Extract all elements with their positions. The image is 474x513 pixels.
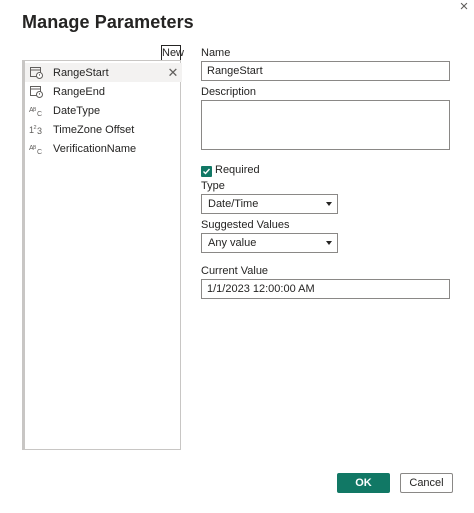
dialog-title: Manage Parameters <box>22 12 194 32</box>
parameter-item-label: DateType <box>53 104 101 117</box>
number-type-icon: 1 2 3 <box>29 123 43 137</box>
svg-text:C: C <box>37 149 42 155</box>
parameter-item-verificationname[interactable]: A B C VerificationName <box>25 139 182 158</box>
chevron-down-icon <box>326 202 332 206</box>
new-parameter-button[interactable]: New <box>161 45 184 61</box>
text-type-icon: A B C <box>29 104 43 118</box>
name-label: Name <box>201 47 231 59</box>
description-input[interactable] <box>201 100 450 150</box>
delete-icon[interactable]: ✕ <box>166 65 180 81</box>
suggested-values-dropdown[interactable]: Any value <box>201 233 338 253</box>
ok-button[interactable]: OK <box>337 473 390 493</box>
parameter-item-label: TimeZone Offset <box>53 123 135 136</box>
suggested-values-label: Suggested Values <box>201 219 290 231</box>
svg-text:3: 3 <box>37 126 42 136</box>
required-label: Required <box>215 164 260 176</box>
name-input[interactable] <box>201 61 450 81</box>
type-dropdown-value: Date/Time <box>208 198 259 210</box>
parameter-item-rangeend[interactable]: RangeEnd <box>25 82 182 101</box>
cancel-button[interactable]: Cancel <box>400 473 453 493</box>
current-value-label: Current Value <box>201 265 269 277</box>
close-icon[interactable]: × <box>455 0 473 18</box>
parameter-item-timezone-offset[interactable]: 1 2 3 TimeZone Offset <box>25 120 182 139</box>
parameter-list: RangeStart ✕ RangeEnd A B C DateType 1 2… <box>22 60 182 450</box>
type-dropdown[interactable]: Date/Time <box>201 194 338 214</box>
suggested-values-dropdown-value: Any value <box>208 237 257 249</box>
parameter-item-rangestart[interactable]: RangeStart ✕ <box>25 63 182 82</box>
parameter-item-label: RangeStart <box>53 66 109 79</box>
text-type-icon: A B C <box>29 142 43 156</box>
description-label: Description <box>201 86 257 98</box>
svg-text:C: C <box>37 111 42 117</box>
parameter-item-label: VerificationName <box>53 142 137 155</box>
chevron-down-icon <box>326 241 332 245</box>
date-time-icon <box>29 66 43 80</box>
date-time-icon <box>29 85 43 99</box>
type-label: Type <box>201 180 225 192</box>
current-value-input[interactable] <box>201 279 450 299</box>
parameter-item-label: RangeEnd <box>53 85 105 98</box>
checkmark-icon <box>203 168 211 175</box>
required-checkbox[interactable] <box>201 166 212 177</box>
parameter-item-datetype[interactable]: A B C DateType <box>25 101 182 120</box>
